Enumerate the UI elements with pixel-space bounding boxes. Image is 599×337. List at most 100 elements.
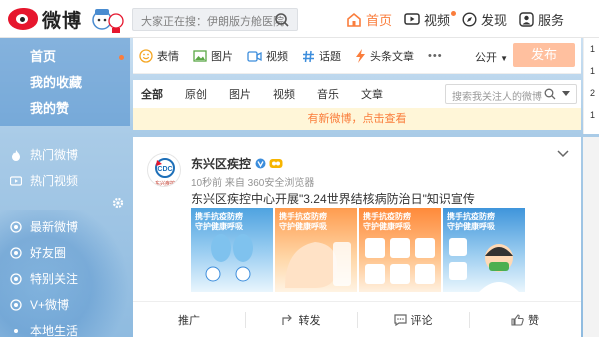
- circle-dot-icon: [10, 247, 22, 259]
- right-panel-item[interactable]: 1: [584, 38, 599, 60]
- post-meta: 10秒前 来自 360安全浏览器: [191, 178, 315, 189]
- chevron-down-icon: ▼: [500, 54, 508, 63]
- sidebar-item-label: 首页: [30, 49, 57, 64]
- lightning-icon: [356, 49, 365, 63]
- action-label: 转发: [298, 314, 321, 327]
- post-author[interactable]: 东兴区疾控: [191, 155, 283, 172]
- right-panel-item[interactable]: 1: [584, 104, 599, 126]
- nav-home[interactable]: 首页: [340, 0, 398, 38]
- doctor-icon: [449, 238, 519, 292]
- filter-bar: 全部 原创 图片 视频 音乐 文章 搜索我关注人的微博: [133, 80, 581, 108]
- tool-label: 图片: [211, 51, 233, 63]
- repost-button[interactable]: 转发: [245, 302, 357, 337]
- lungs-icon: [205, 234, 253, 282]
- tab-original[interactable]: 原创: [185, 86, 207, 102]
- post-image[interactable]: 携手抗疫防痨 守护健康呼吸: [443, 208, 525, 292]
- action-label: 赞: [528, 314, 539, 327]
- nav-service[interactable]: 服务: [513, 0, 570, 38]
- promote-button[interactable]: 推广: [133, 302, 245, 337]
- following-search-input[interactable]: 搜索我关注人的微博: [445, 84, 577, 104]
- cdc-logo-icon: CDC 东兴疾控: [155, 158, 175, 187]
- search-icon[interactable]: [274, 12, 290, 28]
- circle-dot-icon: [10, 273, 22, 285]
- sidebar-item-latest[interactable]: 最新微博: [0, 214, 130, 240]
- mascot-icon: [92, 9, 124, 33]
- caret-down-icon[interactable]: [562, 91, 570, 97]
- chevron-down-icon[interactable]: [557, 150, 569, 158]
- sidebar-item-label: 热门视频: [30, 174, 79, 188]
- tool-label: 话题: [319, 51, 341, 63]
- new-posts-tip[interactable]: 有新微博，点击查看: [133, 108, 581, 130]
- weibo-eye-icon: [8, 8, 38, 30]
- right-panel-background: [583, 137, 599, 337]
- tool-topic[interactable]: 话题: [302, 48, 341, 64]
- tab-article[interactable]: 文章: [361, 86, 383, 102]
- tab-video[interactable]: 视频: [273, 86, 295, 102]
- like-button[interactable]: 赞: [469, 302, 581, 337]
- tab-music[interactable]: 音乐: [317, 86, 339, 102]
- verified-icon: [255, 158, 266, 169]
- sidebar-item-vplus[interactable]: V+微博: [0, 292, 130, 318]
- search-placeholder: 大家正在搜：伊朗版方舱医院: [141, 16, 284, 28]
- nav-home-label: 首页: [366, 12, 393, 28]
- sidebar-item-label: 本地生活: [30, 324, 79, 337]
- sidebar-item-hot-video[interactable]: 热门视频: [0, 168, 130, 194]
- thumbs-up-icon: [511, 313, 524, 326]
- sidebar-item-label: 我的收藏: [30, 75, 83, 90]
- sidebar-item-local[interactable]: 本地生活: [0, 318, 130, 337]
- comment-icon: [393, 313, 407, 326]
- post-actions: 推广 转发 评论 赞: [133, 301, 581, 337]
- nav-discover-label: 发现: [481, 12, 508, 28]
- tool-image[interactable]: 图片: [193, 48, 233, 64]
- bullet-icon: [14, 329, 18, 333]
- left-sidebar: 首页 我的收藏 我的赞 热门微博 热门视频 最新微博 好友圈 特别关注 V+微博…: [0, 38, 130, 337]
- search-input[interactable]: 大家正在搜：伊朗版方舱医院: [132, 8, 298, 31]
- weibo-logo[interactable]: 微博: [8, 4, 126, 34]
- nav-discover[interactable]: 发现: [456, 0, 513, 38]
- sidebar-item-favorites[interactable]: 我的收藏: [0, 70, 130, 96]
- sidebar-item-hot-weibo[interactable]: 热门微博: [0, 142, 130, 168]
- right-panel-item[interactable]: 1: [584, 60, 599, 82]
- right-panel-item[interactable]: 2: [584, 82, 599, 104]
- sidebar-item-likes[interactable]: 我的赞: [0, 96, 130, 122]
- publish-button[interactable]: 发布: [513, 43, 575, 67]
- post-image[interactable]: 携手抗疫防痨 守护健康呼吸: [359, 208, 441, 292]
- more-tools-button[interactable]: •••: [428, 50, 443, 62]
- image-icon: [193, 50, 207, 62]
- tips-grid-icon: [365, 238, 435, 284]
- tool-video[interactable]: 视频: [247, 48, 288, 64]
- comment-button[interactable]: 评论: [357, 302, 469, 337]
- nav-service-label: 服务: [538, 12, 565, 28]
- circle-dot-icon: [10, 299, 22, 311]
- tool-emoji[interactable]: 表情: [139, 48, 179, 64]
- sidebar-item-friends[interactable]: 好友圈: [0, 240, 130, 266]
- search-icon[interactable]: [544, 88, 556, 100]
- user-icon: [519, 11, 534, 27]
- video-camera-icon: [247, 50, 262, 62]
- top-navbar: 微博 大家正在搜：伊朗版方舱医院 首页 视频 发现 服务: [0, 0, 599, 38]
- post-images: 携手抗疫防痨 守护健康呼吸 携手抗疫防痨 守护健康呼吸 携手抗疫防痨 守护健康呼…: [191, 208, 527, 292]
- nav-video[interactable]: 视频: [398, 0, 457, 38]
- emoji-icon: [139, 49, 153, 63]
- tool-article[interactable]: 头条文章: [355, 48, 414, 64]
- fire-icon: [12, 150, 20, 161]
- sidebar-item-special[interactable]: 特别关注: [0, 266, 130, 292]
- nav-video-label: 视频: [424, 12, 451, 28]
- post-text: 东兴区疾控中心开展"3.24世界结核病防治日"知识宣传: [191, 192, 475, 206]
- avatar-caption: 东兴疾控: [155, 180, 175, 187]
- avatar[interactable]: CDC 东兴疾控: [147, 153, 181, 187]
- video-icon: [404, 13, 420, 25]
- sidebar-item-label: 我的赞: [30, 101, 70, 116]
- post-image[interactable]: 携手抗疫防痨 守护健康呼吸: [191, 208, 273, 292]
- tool-label: 视频: [266, 51, 288, 63]
- post-image[interactable]: 携手抗疫防痨 守护健康呼吸: [275, 208, 357, 292]
- sidebar-item-home[interactable]: 首页: [0, 44, 130, 70]
- feed-header: 全部 原创 图片 视频 音乐 文章 搜索我关注人的微博 有新微博，点击查看: [133, 80, 581, 130]
- right-panel: 1 1 2 1: [583, 38, 599, 134]
- tab-image[interactable]: 图片: [229, 86, 251, 102]
- tab-all[interactable]: 全部: [141, 86, 163, 102]
- visibility-select[interactable]: 公开 ▼: [475, 49, 508, 65]
- gear-icon[interactable]: [112, 197, 124, 209]
- logo-text: 微博: [42, 11, 83, 32]
- home-new-dot: [119, 55, 124, 60]
